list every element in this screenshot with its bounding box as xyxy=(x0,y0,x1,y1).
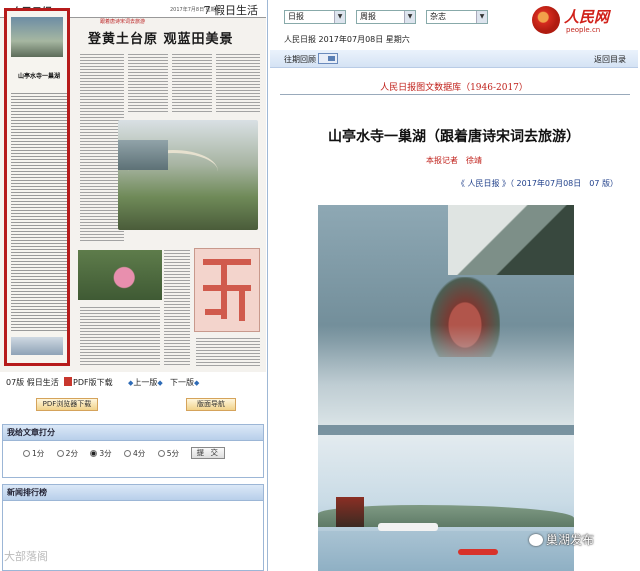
rating-option-label: 1分 xyxy=(32,449,45,458)
rating-option-label: 4分 xyxy=(133,449,146,458)
next-page-link[interactable]: 下一版◆ xyxy=(170,377,199,388)
weekly-select[interactable]: 周报 ▼ xyxy=(356,10,416,24)
divider xyxy=(280,94,630,95)
mist xyxy=(318,325,574,425)
temple-complex xyxy=(448,205,574,275)
lake-photo xyxy=(118,140,168,170)
speedboat xyxy=(458,549,498,555)
article-bottom-photo xyxy=(11,337,63,355)
radio-selected-icon[interactable] xyxy=(90,450,98,457)
diamond-icon: ◆ xyxy=(157,379,163,387)
diamond-icon: ◆ xyxy=(194,379,200,387)
rating-option-5[interactable]: 5分 xyxy=(157,448,179,459)
brand-url: people.cn xyxy=(566,26,601,34)
newspaper-page-thumbnail[interactable]: 人民日报 2017年7月8日 星期六 7 假日生活 山亭水寺一巢湖 跟着唐诗宋词… xyxy=(0,0,266,372)
rating-option-3[interactable]: 3分 xyxy=(90,448,112,459)
rating-option-4[interactable]: 4分 xyxy=(124,448,145,459)
pdf-browser-download-button[interactable]: PDF浏览器下载 xyxy=(36,398,98,411)
paper-nav-bar: 07版 假日生活 PDF版下载 ◆上一版◆ 下一版◆ xyxy=(0,374,266,390)
boat xyxy=(378,523,438,531)
pdf-download-link[interactable]: PDF版下载 xyxy=(64,377,113,388)
article-text-block xyxy=(80,305,160,367)
next-page-label: 下一版 xyxy=(170,378,194,387)
article-source-line: 《 人民日报 》（ 2017年07月08日 07 版） xyxy=(456,179,618,188)
rating-option-1[interactable]: 1分 xyxy=(23,448,44,459)
rating-option-2[interactable]: 2分 xyxy=(56,448,78,459)
wechat-icon xyxy=(529,534,543,546)
chevron-down-icon: ▼ xyxy=(404,11,415,23)
submit-rating-button[interactable]: 提 交 xyxy=(191,447,226,459)
prev-page-label: 上一版 xyxy=(133,378,158,387)
chevron-down-icon: ▼ xyxy=(476,11,487,23)
rating-options: 1分 2分 3分 4分 5分 提 交 xyxy=(23,447,226,459)
watermark-right: 巢湖发布 xyxy=(529,531,594,548)
article-text-block xyxy=(172,52,212,114)
selected-article-headline: 山亭水寺一巢湖 xyxy=(17,73,60,80)
article-text-block xyxy=(11,91,67,331)
current-page-name[interactable]: 07版 假日生活 xyxy=(6,377,59,388)
article-text-block xyxy=(216,52,260,114)
brand-logo-text[interactable]: 人民网 xyxy=(564,6,609,27)
spread-kicker: 跟着唐诗宋词去旅游 xyxy=(100,19,146,25)
magazine-select-value: 杂志 xyxy=(430,12,446,21)
layout-navigation-button[interactable]: 版面导航 xyxy=(186,398,236,411)
temple-tower xyxy=(336,497,364,527)
chevron-down-icon: ▼ xyxy=(334,11,345,23)
paper-page-label: 7 假日生活 xyxy=(203,4,259,17)
lotus-photo xyxy=(78,250,162,300)
daily-select-value: 日报 xyxy=(288,12,304,21)
pdf-icon xyxy=(64,377,72,386)
selected-article-highlight[interactable]: 山亭水寺一巢湖 xyxy=(4,8,70,366)
calendar-picker-icon[interactable] xyxy=(318,53,338,64)
daily-select[interactable]: 日报 ▼ xyxy=(284,10,346,24)
issue-info: 人民日报 2017年07月08日 星期六 xyxy=(284,35,410,44)
article-text-block xyxy=(128,52,168,114)
past-issues-label: 往期回顾 xyxy=(284,55,316,64)
article-title: 山亭水寺一巢湖（跟着唐诗宋词去旅游） xyxy=(328,129,580,145)
database-title: 人民日报图文数据库（1946-2017） xyxy=(380,83,528,93)
rating-panel: 我给文章打分 1分 2分 3分 4分 5分 提 交 xyxy=(2,424,264,478)
weekly-select-value: 周报 xyxy=(360,12,376,21)
article-text-block xyxy=(196,336,260,366)
rating-option-label: 2分 xyxy=(65,449,78,458)
article-pane: 日报 ▼ 周报 ▼ 杂志 ▼ 人民网 people.cn 人民日报 2017年07月0… xyxy=(270,0,640,571)
article-photo xyxy=(318,205,574,571)
ranking-panel-title: 新闻排行榜 xyxy=(3,485,263,501)
crossword-puzzle xyxy=(194,248,260,332)
radio-icon[interactable] xyxy=(124,450,132,457)
rating-panel-title: 我给文章打分 xyxy=(3,425,263,441)
mountain-photo xyxy=(118,120,258,230)
prev-page-link[interactable]: ◆上一版◆ xyxy=(128,377,163,388)
people-logo-icon[interactable] xyxy=(532,6,560,34)
article-text-block xyxy=(164,248,190,366)
toolbar: 往期回顾 返回目录 xyxy=(270,50,638,68)
pdf-download-label: PDF版下载 xyxy=(73,378,113,387)
article-thumbnail-photo xyxy=(11,17,63,57)
back-to-toc-link[interactable]: 返回目录 xyxy=(594,54,626,65)
watermark-right-text: 巢湖发布 xyxy=(546,533,595,547)
radio-icon[interactable] xyxy=(23,450,30,457)
spread-title: 登黄土台原 观蓝田美景 xyxy=(88,32,234,47)
radio-icon[interactable] xyxy=(157,450,165,457)
magazine-select[interactable]: 杂志 ▼ xyxy=(426,10,488,24)
watermark-left: 大部落阁 xyxy=(4,550,48,563)
left-sidebar: 人民日报 2017年7月8日 星期六 7 假日生活 山亭水寺一巢湖 跟着唐诗宋词… xyxy=(0,0,268,571)
radio-icon[interactable] xyxy=(56,450,64,457)
article-byline: 本报记者 徐靖 xyxy=(426,156,482,165)
rating-option-label: 5分 xyxy=(166,449,179,458)
rating-option-label: 3分 xyxy=(99,449,112,458)
